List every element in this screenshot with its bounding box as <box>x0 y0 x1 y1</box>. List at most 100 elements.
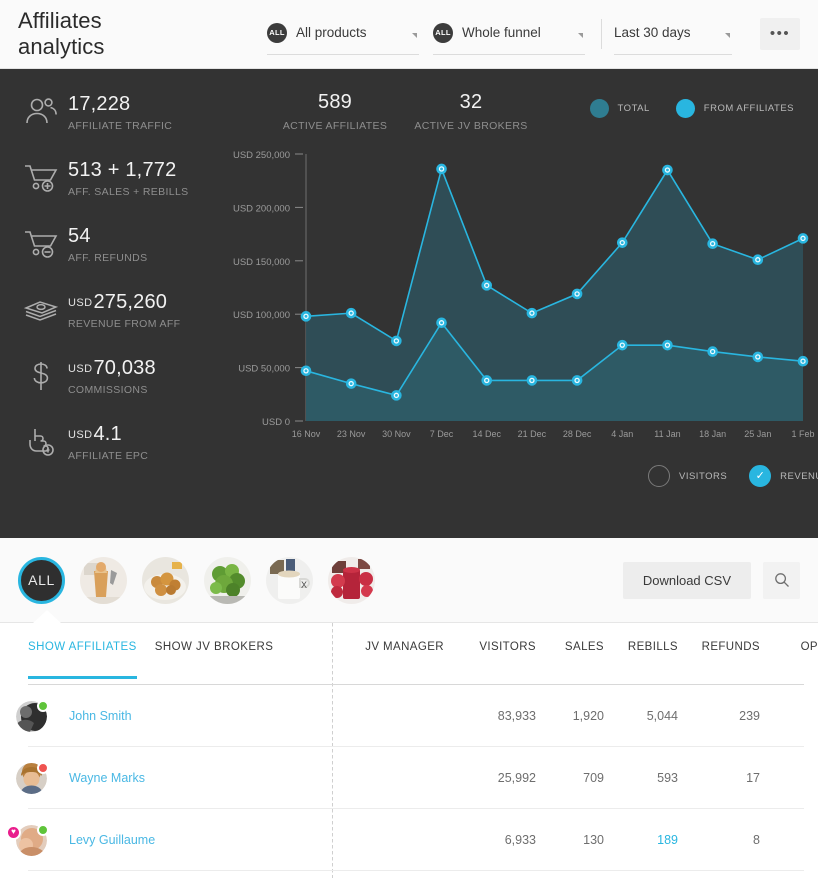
cell-visitors: 25,992 <box>497 771 536 785</box>
row-values: 25,992 709 593 17 <box>332 771 818 785</box>
table-tabs: SHOW AFFILIATES SHOW JV BROKERS <box>0 641 332 679</box>
kpi-revenue-from-aff-text: USD275,260 REVENUE FROM AFF <box>68 289 180 330</box>
column-header-op[interactable]: OP <box>760 641 818 653</box>
column-header-refunds[interactable]: REFUNDS <box>678 641 760 653</box>
product-selector-badge: ALL <box>267 22 287 43</box>
click-earn-icon <box>14 421 68 458</box>
favorite-badge-icon: ♥ <box>6 824 21 840</box>
series-legend-from-affiliates[interactable]: FROM AFFILIATES <box>675 99 794 118</box>
series-legend-total[interactable]: TOTAL <box>589 99 650 118</box>
svg-text:25 Jan: 25 Jan <box>744 429 771 439</box>
tab-show-affiliates[interactable]: SHOW AFFILIATES <box>28 641 137 679</box>
svg-text:USD 100,000: USD 100,000 <box>233 310 290 321</box>
product-thumb-protein-shake[interactable] <box>80 556 127 604</box>
metric-toggle-revenue[interactable]: ✓ REVENUE <box>749 465 818 487</box>
cell-jv-manager <box>332 709 444 723</box>
avatar <box>16 761 49 794</box>
affiliate-name-link[interactable]: John Smith <box>69 709 132 723</box>
tab-show-jv-brokers[interactable]: SHOW JV BROKERS <box>155 641 274 679</box>
chart-metric-legend: VISITORS ✓ REVENUE SALES + REBILLS REFUN… <box>648 465 818 487</box>
kpi-currency: USD <box>68 429 93 441</box>
series-legend: TOTAL FROM AFFILIATES <box>564 91 818 118</box>
affiliate-name-link[interactable]: Wayne Marks <box>69 771 145 785</box>
cell-visitors: 6,933 <box>504 833 536 847</box>
kpi-label: ACTIVE JV BROKERS <box>414 120 528 132</box>
cell-sales: 709 <box>583 771 604 785</box>
kpi-currency: USD <box>68 363 93 375</box>
status-badge <box>37 699 49 712</box>
column-header-visitors[interactable]: VISITORS <box>444 641 536 653</box>
product-selector[interactable]: ALL All products <box>267 13 419 55</box>
kpi-stats-list: 17,228 AFFILIATE TRAFFIC 513 + 1,772 AFF… <box>0 69 228 538</box>
affiliates-table: SHOW AFFILIATES SHOW JV BROKERS JV MANAG… <box>0 623 818 878</box>
metric-toggle-visitors[interactable]: VISITORS <box>648 465 727 487</box>
svg-text:X: X <box>301 580 307 590</box>
kpi-value: USD70,038 <box>68 357 156 380</box>
funnel-selector[interactable]: ALL Whole funnel <box>433 13 585 55</box>
row-user-cell: Wayne Marks <box>0 761 332 794</box>
chevron-down-icon <box>725 33 730 38</box>
kpi-commissions: USD70,038 COMMISSIONS <box>14 355 228 421</box>
kpi-amount: 4.1 <box>93 423 122 445</box>
kpi-value: 17,228 <box>68 93 131 115</box>
kpi-active-affiliates: 589 ACTIVE AFFILIATES <box>270 91 400 132</box>
product-thumb-berry-smoothie[interactable] <box>328 556 375 604</box>
svg-text:18 Jan: 18 Jan <box>699 429 726 439</box>
series-color-dot <box>589 99 609 118</box>
search-button[interactable] <box>763 561 800 599</box>
chevron-down-icon <box>412 33 417 38</box>
row-values: 83,933 1,920 5,044 239 <box>332 709 818 723</box>
kpi-label: COMMISSIONS <box>68 384 148 396</box>
cell-sales: 1,920 <box>572 709 604 723</box>
download-csv-button[interactable]: Download CSV <box>622 561 751 599</box>
more-options-button[interactable]: ••• <box>760 18 800 50</box>
kpi-amount: 275,260 <box>93 291 168 313</box>
cart-plus-icon <box>14 157 68 192</box>
table-row[interactable]: ♥ Levy Guillaume 6,933 130 189 8 <box>0 809 818 871</box>
metric-label: REVENUE <box>780 470 818 482</box>
kpi-value: USD275,260 <box>68 291 180 314</box>
product-thumb-greens[interactable] <box>204 556 251 604</box>
metric-circle[interactable]: ✓ <box>749 465 772 487</box>
money-stack-icon <box>14 289 68 324</box>
product-thumb-latte[interactable]: X <box>266 556 313 604</box>
svg-text:USD 0: USD 0 <box>262 417 290 428</box>
dollar-sign-icon <box>14 355 68 392</box>
series-legend-label: TOTAL <box>617 103 650 114</box>
cell-refunds: 8 <box>753 833 760 847</box>
funnel-selector-label: Whole funnel <box>462 25 541 40</box>
kpi-value: 589 <box>318 91 352 113</box>
affiliate-traffic-icon <box>14 91 68 126</box>
column-header-sales[interactable]: SALES <box>536 641 604 653</box>
kpi-aff-refunds: 54 AFF. REFUNDS <box>14 223 228 289</box>
product-thumb-snack-plate[interactable] <box>142 556 189 604</box>
selected-product-caret <box>33 610 61 623</box>
product-image: X <box>266 556 313 604</box>
svg-text:14 Dec: 14 Dec <box>472 429 501 439</box>
table-row[interactable]: Wayne Marks 25,992 709 593 17 <box>0 747 818 809</box>
column-header-rebills[interactable]: REBILLS <box>604 641 678 653</box>
status-badge <box>37 761 49 774</box>
kpi-affiliate-epc-text: USD4.1 AFFILIATE EPC <box>68 421 148 462</box>
kpi-aff-sales-rebills-text: 513 + 1,772 AFF. SALES + REBILLS <box>68 157 189 198</box>
column-header-jv-manager[interactable]: JV MANAGER <box>332 641 444 653</box>
affiliate-name-link[interactable]: Levy Guillaume <box>69 833 155 847</box>
svg-text:USD 150,000: USD 150,000 <box>233 257 290 268</box>
metric-circle[interactable] <box>648 465 670 487</box>
secondary-kpis: 589 ACTIVE AFFILIATES 32 ACTIVE JV BROKE… <box>228 69 818 139</box>
table-row[interactable]: John Smith 83,933 1,920 5,044 239 <box>0 685 818 747</box>
svg-text:7 Dec: 7 Dec <box>430 429 454 439</box>
cart-minus-icon <box>14 223 68 258</box>
check-icon: ✓ <box>755 469 765 482</box>
date-range-selector[interactable]: Last 30 days <box>614 13 732 55</box>
table-header: SHOW AFFILIATES SHOW JV BROKERS JV MANAG… <box>0 623 818 685</box>
kpi-active-jv-brokers: 32 ACTIVE JV BROKERS <box>406 91 536 132</box>
chart-column: 589 ACTIVE AFFILIATES 32 ACTIVE JV BROKE… <box>228 69 818 538</box>
svg-text:USD 50,000: USD 50,000 <box>238 364 290 375</box>
header-divider <box>601 19 602 49</box>
page-title: Affiliates analytics <box>18 8 105 59</box>
svg-text:USD 250,000: USD 250,000 <box>233 150 290 161</box>
product-filter-all[interactable]: ALL <box>18 556 65 604</box>
kpi-value: USD4.1 <box>68 423 148 446</box>
product-image <box>328 556 375 604</box>
